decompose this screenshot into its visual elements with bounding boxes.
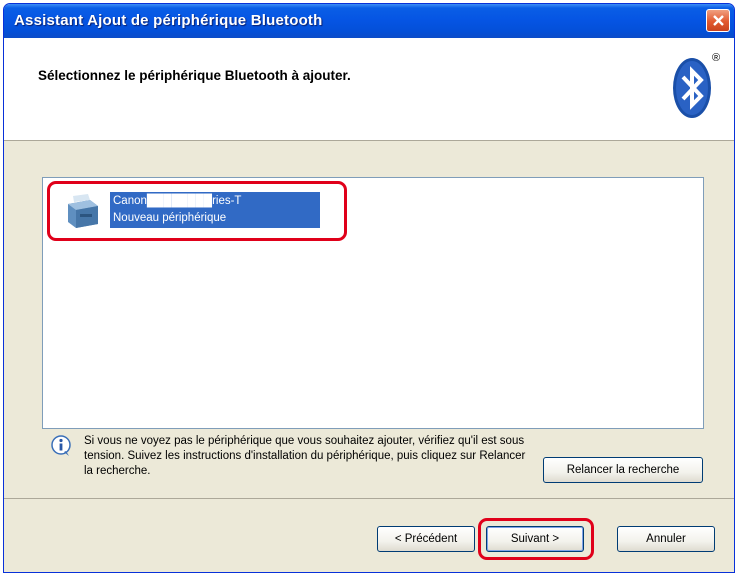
device-status: Nouveau périphérique [113,212,227,224]
info-text: Si vous ne voyez pas le périphérique que… [84,435,526,477]
registered-mark: ® [712,52,721,64]
search-again-button[interactable]: Relancer la recherche [543,457,703,483]
bluetooth-logo: ® [672,52,720,125]
page-title: Sélectionnez le périphérique Bluetooth à… [38,68,351,83]
printer-icon [68,194,98,228]
window-title: Assistant Ajout de périphérique Bluetoot… [14,12,323,29]
close-button[interactable] [706,9,730,32]
wizard-window: Assistant Ajout de périphérique Bluetoot… [3,3,735,573]
title-bar[interactable]: Assistant Ajout de périphérique Bluetoot… [4,4,734,38]
wizard-header: Sélectionnez le périphérique Bluetooth à… [4,38,734,141]
device-name: Canon████████ries-T [113,195,242,207]
close-icon [712,15,724,26]
bluetooth-icon [673,58,711,118]
list-item[interactable]: Canon████████ries-T Nouveau périphérique [47,181,347,241]
cancel-button[interactable]: Annuler [617,526,715,552]
info-icon [51,435,71,456]
back-button[interactable]: < Précédent [377,526,475,552]
device-listbox[interactable]: Canon████████ries-T Nouveau périphérique [42,177,704,429]
next-button[interactable]: Suivant > [486,526,584,552]
device-label: Canon████████ries-T Nouveau périphérique [110,192,320,228]
wizard-content: Canon████████ries-T Nouveau périphérique… [4,141,734,498]
